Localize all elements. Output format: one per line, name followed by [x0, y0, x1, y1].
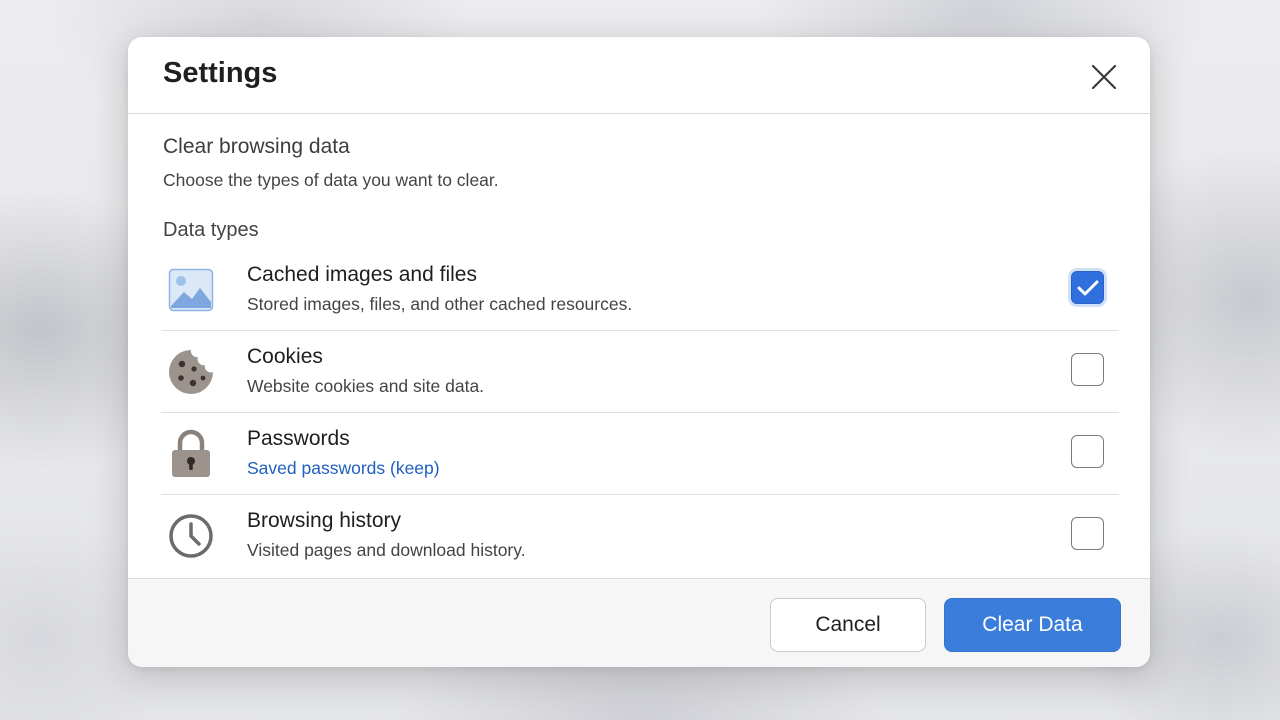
browsing-history-checkbox[interactable]: [1071, 517, 1104, 550]
lock-icon: [166, 429, 216, 479]
passwords-checkbox[interactable]: [1071, 435, 1104, 468]
row-description: Visited pages and download history.: [247, 540, 526, 560]
close-button[interactable]: [1086, 59, 1122, 95]
data-types-list: Cached images and files Stored images, f…: [161, 249, 1119, 576]
clear-data-button[interactable]: Clear Data: [944, 598, 1121, 652]
checkmark-icon: [1077, 280, 1098, 295]
data-type-row-cookies[interactable]: Cookies Website cookies and site data.: [161, 331, 1119, 413]
cookies-checkbox[interactable]: [1071, 353, 1104, 386]
data-type-row-cached-images[interactable]: Cached images and files Stored images, f…: [161, 249, 1119, 331]
row-description: Website cookies and site data.: [247, 376, 485, 396]
cached-images-checkbox[interactable]: [1071, 271, 1104, 304]
row-label: Browsing history: [247, 509, 402, 532]
section-title: Clear browsing data: [163, 135, 350, 158]
close-icon: [1091, 64, 1117, 90]
dialog-header: Settings: [128, 37, 1150, 114]
settings-dialog: Settings Clear browsing data Choose the …: [128, 37, 1150, 667]
row-label: Cookies: [247, 345, 323, 368]
cookie-icon: [166, 347, 216, 397]
row-description: Stored images, files, and other cached r…: [247, 294, 633, 314]
section-subtitle: Choose the types of data you want to cle…: [163, 170, 499, 190]
clock-icon: [166, 511, 216, 561]
dialog-title: Settings: [163, 57, 278, 89]
dialog-footer: Cancel Clear Data: [128, 578, 1150, 667]
data-type-row-browsing-history[interactable]: Browsing history Visited pages and downl…: [161, 495, 1119, 576]
row-label: Cached images and files: [247, 263, 477, 286]
data-type-row-passwords[interactable]: Passwords Saved passwords (keep): [161, 413, 1119, 495]
keep-passwords-link[interactable]: Saved passwords (keep): [247, 458, 440, 479]
image-icon: [166, 265, 216, 315]
cancel-button[interactable]: Cancel: [770, 598, 926, 652]
row-label: Passwords: [247, 427, 350, 450]
data-types-label: Data types: [163, 219, 259, 241]
